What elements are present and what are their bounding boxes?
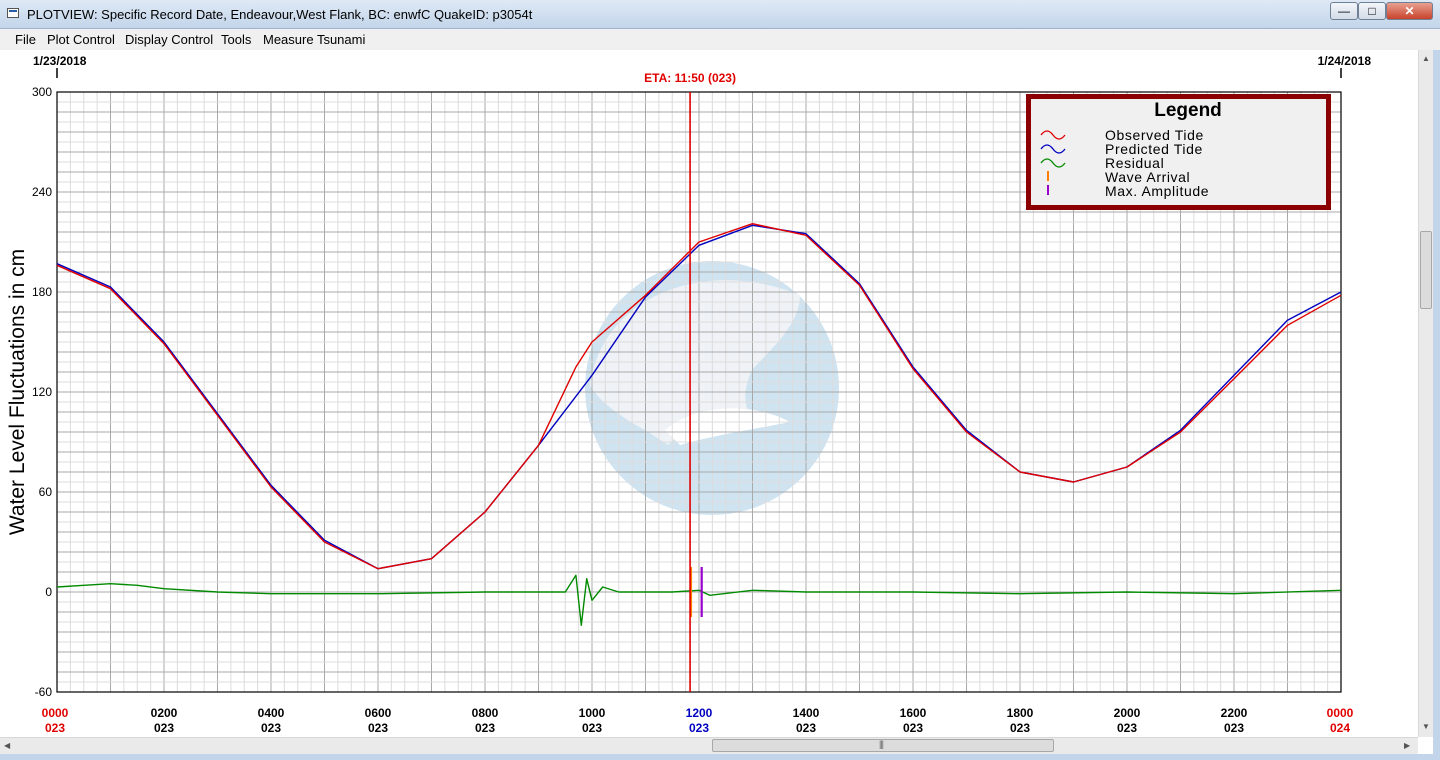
x-tick-day-label: 023 <box>582 721 602 735</box>
x-tick-labels: 0000023020002304000230600023080002310000… <box>42 706 1354 735</box>
x-tick-time-label: 0600 <box>365 706 392 720</box>
close-button[interactable]: ✕ <box>1386 2 1433 20</box>
x-tick-time-label: 1400 <box>793 706 820 720</box>
y-tick-labels: 300 240 180 120 60 0 -60 <box>32 85 52 699</box>
x-tick-time-label: 0000 <box>1327 706 1354 720</box>
vertical-scrollbar[interactable]: ▲ ▼ <box>1418 50 1433 737</box>
x-tick-time-label: 0000 <box>42 706 69 720</box>
y-tick-label: 120 <box>32 385 52 399</box>
y-tick-label: 300 <box>32 85 52 99</box>
x-tick-day-label: 023 <box>796 721 816 735</box>
x-tick-day-label: 023 <box>475 721 495 735</box>
window-frame-bottom <box>0 754 1440 760</box>
x-tick-day-label: 023 <box>154 721 174 735</box>
y-tick-label: -60 <box>35 685 53 699</box>
x-tick-time-label: 0200 <box>151 706 178 720</box>
x-tick-time-label: 1200 <box>686 706 713 720</box>
y-tick-label: 0 <box>45 585 52 599</box>
x-tick-day-label: 023 <box>45 721 65 735</box>
window-titlebar: PLOTVIEW: Specific Record Date, Endeavou… <box>0 0 1440 29</box>
x-tick-time-label: 1800 <box>1007 706 1034 720</box>
x-tick-time-label: 0400 <box>258 706 285 720</box>
menu-plot-control[interactable]: Plot Control <box>47 32 115 47</box>
horizontal-scrollbar[interactable]: ◀ ||| ▶ <box>0 737 1418 754</box>
x-tick-time-label: 0800 <box>472 706 499 720</box>
x-tick-day-label: 023 <box>1010 721 1030 735</box>
x-tick-day-label: 023 <box>689 721 709 735</box>
chart-legend: Legend Observed Tide Predicted Tide Resi… <box>1026 94 1331 210</box>
y-tick-label: 240 <box>32 185 52 199</box>
plot-area[interactable]: 300 240 180 120 60 0 -60 0000 023 0200 023 0400 023… <box>0 50 1418 737</box>
y-axis-label: Water Level Fluctuations in cm <box>6 249 29 535</box>
menu-bar: File Plot Control Display Control Tools … <box>0 29 1440 50</box>
x-tick-time-label: 2000 <box>1114 706 1141 720</box>
x-tick-time-label: 1600 <box>900 706 927 720</box>
x-tick-day-label: 023 <box>261 721 281 735</box>
window-frame-right <box>1433 50 1440 760</box>
scroll-left-arrow-icon[interactable]: ◀ <box>4 741 10 751</box>
legend-max-amplitude-label: Max. Amplitude <box>1105 183 1209 199</box>
menu-display-control[interactable]: Display Control <box>125 32 213 47</box>
x-tick-day-label: 023 <box>368 721 388 735</box>
vertical-scroll-thumb[interactable] <box>1420 231 1432 309</box>
scroll-grip-icon: ||| <box>879 739 884 749</box>
scroll-down-arrow-icon[interactable]: ▼ <box>1422 722 1430 732</box>
x-tick-day-label: 023 <box>1117 721 1137 735</box>
x-tick-time-label: 1000 <box>579 706 606 720</box>
scroll-up-arrow-icon[interactable]: ▲ <box>1422 54 1430 64</box>
y-tick-label: 180 <box>32 285 52 299</box>
tide-chart: 300240180120600-60 000002302000230400023… <box>6 54 1372 735</box>
menu-tools[interactable]: Tools <box>221 32 251 47</box>
eta-label: ETA: 11:50 (023) <box>644 71 736 85</box>
x-tick-time-label: 2200 <box>1221 706 1248 720</box>
date-start-label: 1/23/2018 <box>33 54 87 68</box>
legend-title: Legend <box>1154 100 1222 121</box>
x-tick-day-label: 023 <box>903 721 923 735</box>
x-tick-day-label: 024 <box>1330 721 1350 735</box>
menu-measure-tsunami[interactable]: Measure Tsunami <box>263 32 365 47</box>
x-tick-day-label: 023 <box>1224 721 1244 735</box>
maximize-button[interactable]: □ <box>1358 2 1386 20</box>
date-end-label: 1/24/2018 <box>1318 54 1372 68</box>
app-window-icon <box>7 8 19 18</box>
scroll-right-arrow-icon[interactable]: ▶ <box>1404 741 1410 751</box>
window-title: PLOTVIEW: Specific Record Date, Endeavou… <box>27 7 533 22</box>
y-tick-label: 60 <box>39 485 53 499</box>
minimize-button[interactable]: — <box>1330 2 1358 20</box>
menu-file[interactable]: File <box>15 32 36 47</box>
